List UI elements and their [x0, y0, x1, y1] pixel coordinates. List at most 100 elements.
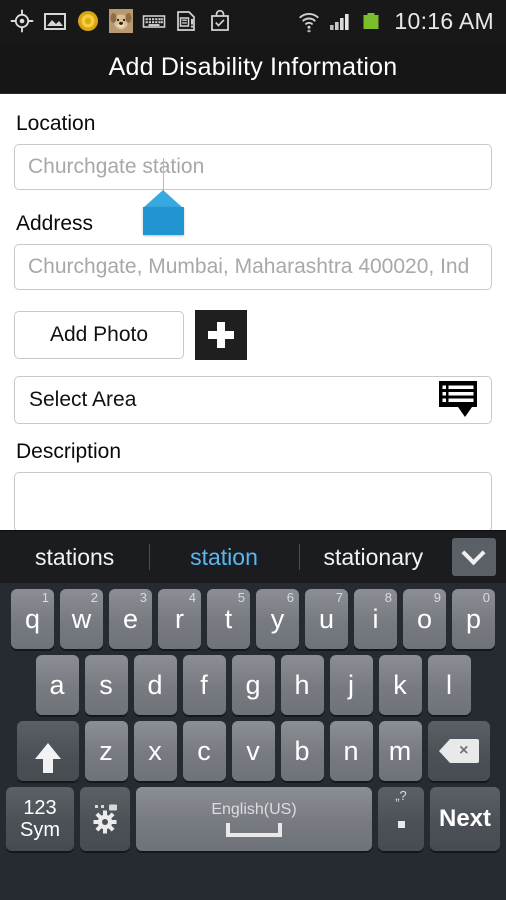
keyboard-rows: 1q 2w 3e 4r 5t 6y 7u 8i 9o 0p a s d f g … — [0, 583, 506, 851]
description-label: Description — [16, 440, 122, 463]
status-bar-notification-icons — [10, 9, 232, 33]
space-key-language-label: English(US) — [211, 801, 297, 818]
key-y[interactable]: 6y — [256, 589, 299, 649]
android-screen: 10:16 AM Add Disability Information Loca… — [0, 0, 506, 900]
key-g[interactable]: g — [231, 655, 275, 715]
address-input[interactable]: Churchgate, Mumbai, Maharashtra 400020, … — [14, 244, 492, 290]
keyboard-settings-key[interactable] — [80, 787, 130, 851]
gps-location-icon — [10, 9, 34, 33]
symbols-key-line1: 123 — [23, 797, 57, 819]
key-r[interactable]: 4r — [158, 589, 201, 649]
coin-badge-icon — [76, 9, 100, 33]
key-p-number: 0 — [482, 590, 490, 605]
shift-key[interactable] — [16, 721, 79, 781]
key-w-number: 2 — [90, 590, 98, 605]
shift-arrow-icon — [34, 743, 61, 773]
key-p-label: p — [465, 603, 482, 634]
space-bar-icon — [226, 823, 282, 837]
key-q[interactable]: 1q — [11, 589, 54, 649]
page-title: Add Disability Information — [108, 53, 398, 81]
suggestion-item-0[interactable]: stations — [0, 531, 149, 583]
key-o[interactable]: 9o — [403, 589, 446, 649]
key-s[interactable]: s — [84, 655, 128, 715]
key-j[interactable]: j — [329, 655, 373, 715]
key-i-label: i — [372, 603, 379, 634]
chevron-down-icon — [461, 540, 487, 565]
key-e-number: 3 — [139, 590, 147, 605]
sim-card-alert-icon — [175, 9, 199, 33]
key-k[interactable]: k — [378, 655, 422, 715]
period-key-alt-label: „? — [395, 788, 407, 803]
wifi-icon — [297, 9, 321, 33]
key-l[interactable]: l — [427, 655, 471, 715]
key-c[interactable]: c — [182, 721, 226, 781]
key-u-number: 7 — [335, 590, 343, 605]
key-o-number: 9 — [433, 590, 441, 605]
form-container: Location Churchgate station Address Chur… — [0, 94, 506, 530]
key-u-label: u — [318, 603, 335, 634]
suggestion-item-2[interactable]: stationary — [298, 531, 448, 583]
key-y-number: 6 — [286, 590, 294, 605]
description-input[interactable] — [14, 472, 492, 530]
app-title-bar: Add Disability Information — [0, 42, 506, 94]
signal-bars-icon — [328, 9, 352, 33]
key-d[interactable]: d — [133, 655, 177, 715]
battery-icon — [359, 9, 383, 33]
key-x[interactable]: x — [133, 721, 177, 781]
keyboard-row-3: z x c v b n m × — [3, 721, 503, 781]
key-b[interactable]: b — [280, 721, 324, 781]
key-t-number: 5 — [237, 590, 245, 605]
key-h[interactable]: h — [280, 655, 324, 715]
add-photo-plus-button[interactable] — [195, 310, 247, 360]
key-f[interactable]: f — [182, 655, 226, 715]
symbols-key[interactable]: 123 Sym — [6, 787, 74, 851]
key-w[interactable]: 2w — [60, 589, 103, 649]
key-v[interactable]: v — [231, 721, 275, 781]
suggestion-bar: stations station stationary — [0, 531, 506, 583]
key-r-number: 4 — [188, 590, 196, 605]
key-u[interactable]: 7u — [305, 589, 348, 649]
symbols-key-line2: Sym — [20, 819, 60, 841]
add-photo-button[interactable]: Add Photo — [14, 311, 184, 359]
period-dot-icon — [397, 820, 405, 828]
location-input[interactable]: Churchgate station — [14, 144, 492, 190]
key-a[interactable]: a — [35, 655, 79, 715]
key-t-label: t — [224, 603, 233, 634]
keyboard-row-2: a s d f g h j k l — [3, 655, 503, 715]
backspace-key[interactable]: × — [427, 721, 490, 781]
image-download-icon — [43, 9, 67, 33]
keyboard-row-4: 123 Sym English(US) „? Next — [3, 787, 503, 851]
key-o-label: o — [416, 603, 433, 634]
status-bar: 10:16 AM — [0, 0, 506, 42]
list-dropdown-icon — [439, 381, 481, 419]
key-z[interactable]: z — [84, 721, 128, 781]
add-photo-row: Add Photo — [14, 310, 492, 360]
dog-avatar-icon — [109, 9, 133, 33]
status-bar-system-icons: 10:16 AM — [297, 8, 498, 35]
key-r-label: r — [175, 603, 184, 634]
key-y-label: y — [270, 603, 285, 634]
key-n[interactable]: n — [329, 721, 373, 781]
shopping-bag-check-icon — [208, 9, 232, 33]
key-i[interactable]: 8i — [354, 589, 397, 649]
space-key[interactable]: English(US) — [136, 787, 372, 851]
period-key[interactable]: „? — [378, 787, 424, 851]
keyboard-row-1: 1q 2w 3e 4r 5t 6y 7u 8i 9o 0p — [3, 589, 503, 649]
select-area-spinner[interactable]: Select Area — [14, 376, 492, 424]
keyboard-icon — [142, 9, 166, 33]
plus-icon — [208, 322, 234, 348]
key-t[interactable]: 5t — [207, 589, 250, 649]
address-label: Address — [16, 212, 94, 235]
address-placeholder: Churchgate, Mumbai, Maharashtra 400020, … — [28, 255, 470, 278]
suggestions-expand-button[interactable] — [451, 538, 496, 576]
key-e[interactable]: 3e — [109, 589, 152, 649]
suggestion-item-1[interactable]: station — [149, 531, 298, 583]
gear-icon — [90, 804, 120, 834]
key-m[interactable]: m — [378, 721, 422, 781]
key-q-number: 1 — [41, 590, 49, 605]
key-e-label: e — [122, 603, 139, 634]
next-key[interactable]: Next — [430, 787, 500, 851]
key-p[interactable]: 0p — [452, 589, 495, 649]
